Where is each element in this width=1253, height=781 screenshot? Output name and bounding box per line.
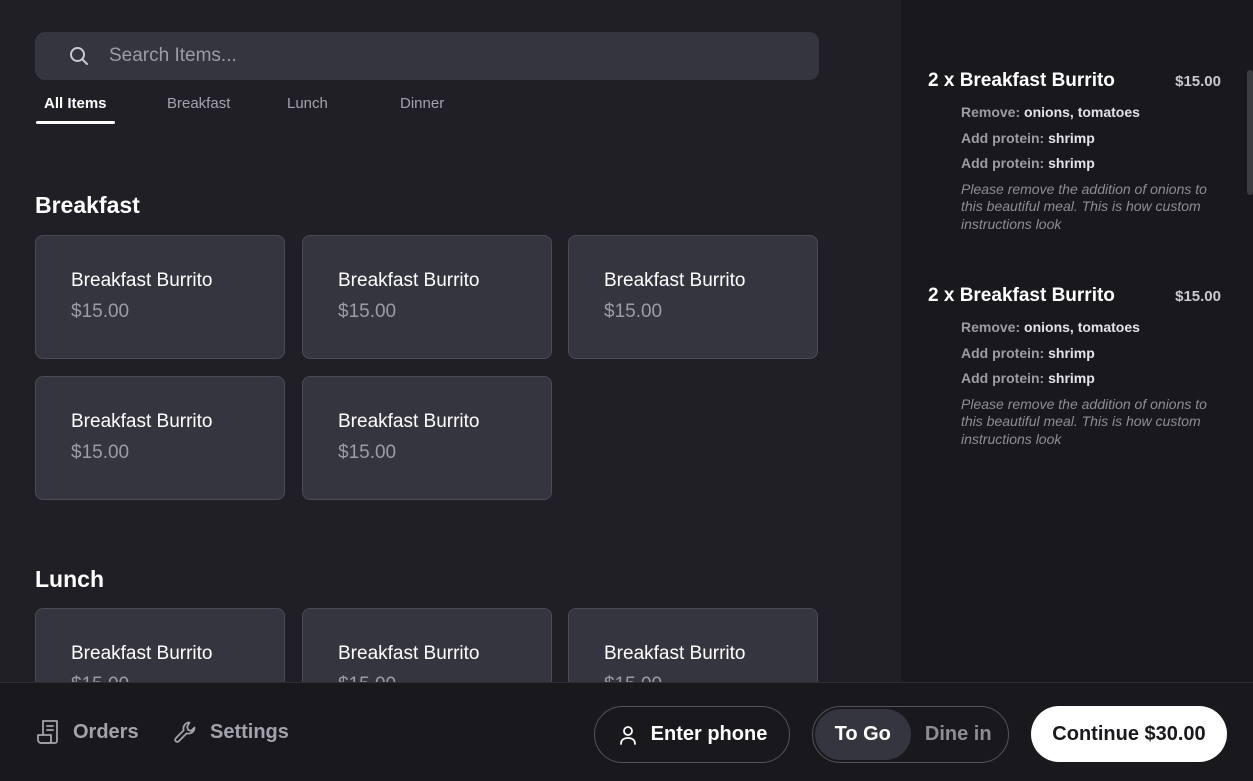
order-item-modifiers: Remove: onions, tomatoes Add protein: sh…	[961, 319, 1221, 448]
item-price: $15.00	[71, 674, 284, 682]
modifier-value: shrimp	[1048, 129, 1095, 146]
user-icon	[619, 725, 636, 745]
tab-breakfast[interactable]: Breakfast	[167, 94, 230, 124]
item-name: Breakfast Burrito	[338, 411, 480, 432]
menu-panel: All Items Breakfast Lunch Dinner Breakfa…	[0, 0, 901, 682]
modifier-label: Add protein:	[961, 370, 1045, 386]
settings-button[interactable]: Settings	[172, 718, 289, 746]
dine-in-option[interactable]: Dine in	[911, 709, 1007, 760]
modifier-label: Add protein:	[961, 344, 1045, 361]
modifier: Add protein: shrimp	[961, 370, 1221, 396]
order-item-title: 2 x Breakfast Burrito	[928, 285, 1115, 306]
modifier-label: Add protein:	[961, 129, 1045, 146]
tab-lunch[interactable]: Lunch	[287, 94, 328, 124]
order-panel: 2 x Breakfast Burrito $15.00 Remove: oni…	[901, 0, 1253, 682]
menu-item-card[interactable]: Breakfast Burrito $15.00	[35, 608, 285, 682]
custom-instructions: Please remove the addition of onions to …	[961, 395, 1207, 447]
item-price: $15.00	[71, 301, 130, 322]
settings-label: Settings	[210, 720, 289, 743]
modifier-value: shrimp	[1048, 370, 1095, 386]
item-price: $15.00	[338, 301, 397, 322]
search-bar[interactable]	[35, 32, 819, 80]
modifier-label: Remove:	[961, 319, 1021, 335]
item-name: Breakfast Burrito	[71, 270, 213, 291]
menu-item-card[interactable]: Breakfast Burrito $15.00	[302, 235, 552, 359]
search-icon	[70, 47, 88, 65]
receipt-icon	[37, 720, 58, 744]
modifier-value: shrimp	[1048, 344, 1095, 361]
item-price: $15.00	[604, 301, 663, 322]
continue-button[interactable]: Continue $30.00	[1031, 706, 1227, 762]
modifier-label: Remove:	[961, 104, 1021, 120]
bottom-bar: Orders Settings Enter phone To Go Dine i…	[0, 682, 1253, 781]
order-type-toggle: To Go Dine in	[812, 706, 1009, 763]
section-title-breakfast: Breakfast	[35, 192, 140, 218]
order-item-price: $15.00	[1175, 73, 1221, 90]
modifier-value: onions, tomatoes	[1024, 104, 1140, 120]
item-name: Breakfast Burrito	[604, 643, 746, 664]
custom-instructions: Please remove the addition of onions to …	[961, 180, 1207, 232]
section-title-lunch: Lunch	[35, 566, 104, 592]
item-name: Breakfast Burrito	[338, 643, 480, 664]
orders-label: Orders	[73, 720, 139, 743]
category-tabs: All Items Breakfast Lunch Dinner	[35, 94, 535, 124]
item-name: Breakfast Burrito	[338, 270, 480, 291]
enter-phone-button[interactable]: Enter phone	[594, 706, 790, 763]
order-item[interactable]: 2 x Breakfast Burrito $15.00 Remove: oni…	[928, 285, 1221, 448]
item-price: $15.00	[338, 674, 551, 682]
item-name: Breakfast Burrito	[604, 270, 746, 291]
modifier: Add protein: shrimp	[961, 345, 1221, 371]
item-name: Breakfast Burrito	[71, 411, 213, 432]
item-price: $15.00	[71, 442, 130, 463]
item-price: $15.00	[604, 674, 817, 682]
menu-item-card[interactable]: Breakfast Burrito $15.00	[568, 235, 818, 359]
modifier: Add protein: shrimp	[961, 130, 1221, 156]
wrench-icon	[174, 721, 196, 743]
order-scrollbar[interactable]	[1247, 70, 1253, 195]
order-item[interactable]: 2 x Breakfast Burrito $15.00 Remove: oni…	[928, 70, 1221, 233]
enter-phone-label: Enter phone	[650, 723, 768, 745]
order-item-title: 2 x Breakfast Burrito	[928, 70, 1115, 91]
menu-item-card[interactable]: Breakfast Burrito $15.00	[302, 376, 552, 500]
order-item-modifiers: Remove: onions, tomatoes Add protein: sh…	[961, 104, 1221, 233]
modifier: Remove: onions, tomatoes	[961, 319, 1221, 345]
item-price: $15.00	[338, 442, 397, 463]
search-input[interactable]	[109, 32, 819, 80]
item-name: Breakfast Burrito	[71, 643, 213, 664]
menu-item-card[interactable]: Breakfast Burrito $15.00	[35, 235, 285, 359]
modifier: Remove: onions, tomatoes	[961, 104, 1221, 130]
to-go-option[interactable]: To Go	[815, 709, 911, 760]
menu-item-card[interactable]: Breakfast Burrito $15.00	[568, 608, 818, 682]
menu-item-card[interactable]: Breakfast Burrito $15.00	[35, 376, 285, 500]
modifier-label: Add protein:	[961, 155, 1045, 171]
modifier-value: shrimp	[1048, 155, 1095, 171]
modifier-value: onions, tomatoes	[1024, 319, 1140, 335]
order-item-price: $15.00	[1175, 288, 1221, 305]
pos-app: All Items Breakfast Lunch Dinner Breakfa…	[0, 0, 1253, 781]
tab-dinner[interactable]: Dinner	[400, 94, 444, 124]
menu-item-card[interactable]: Breakfast Burrito $15.00	[302, 608, 552, 682]
modifier: Add protein: shrimp	[961, 155, 1221, 181]
tab-all-items[interactable]: All Items	[36, 94, 115, 124]
orders-button[interactable]: Orders	[35, 718, 139, 746]
